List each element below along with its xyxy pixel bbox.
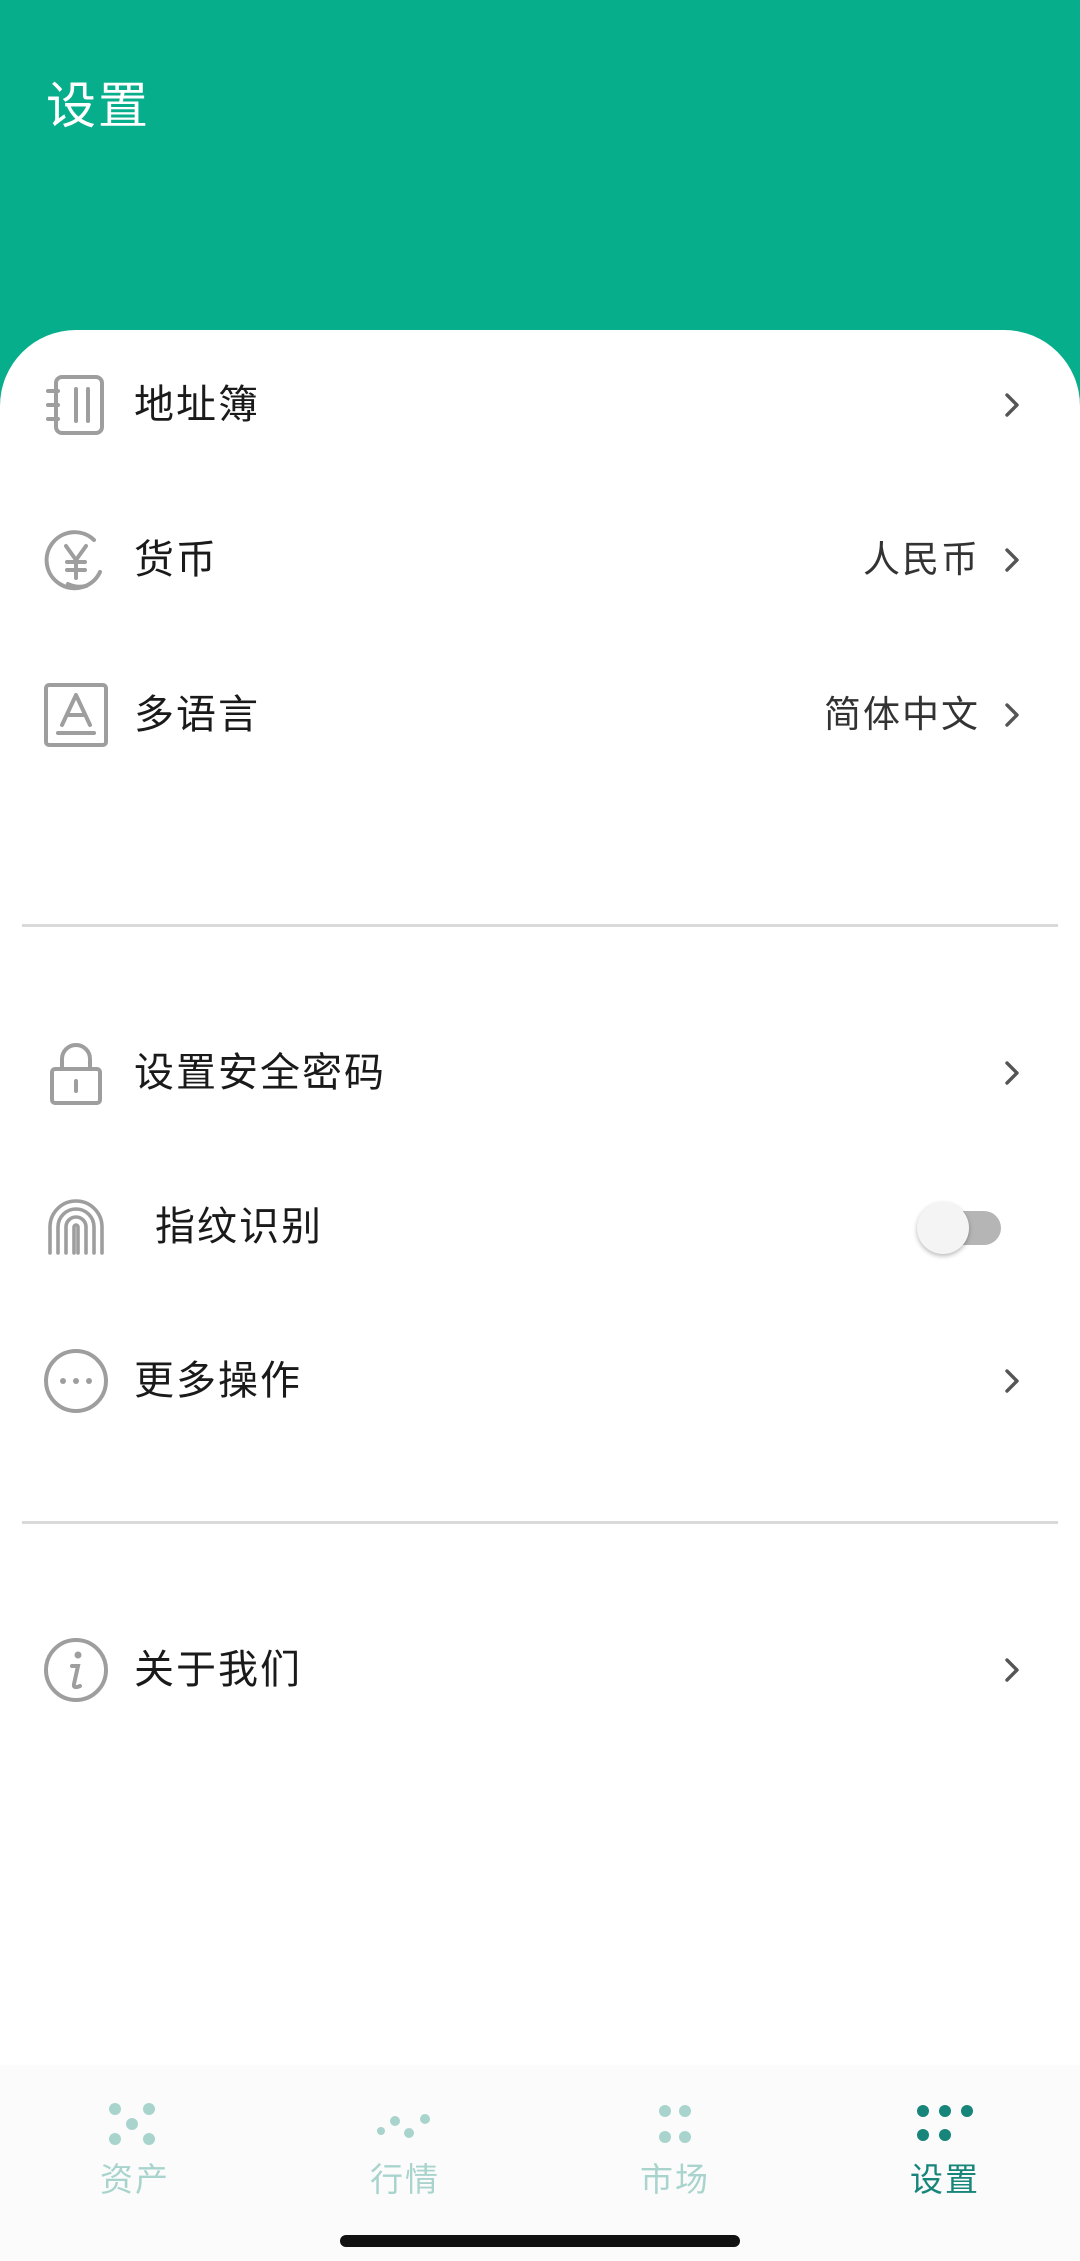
about-us-label: 关于我们 xyxy=(134,1647,302,1693)
market-trend-dots-icon xyxy=(375,2099,435,2149)
bottom-nav: 资产 行情 市场 设置 xyxy=(0,2065,1080,2261)
fingerprint-row: 指纹识别 xyxy=(0,1152,1080,1302)
nav-label: 资产 xyxy=(100,2160,170,2199)
security-password-row[interactable]: 设置安全密码 xyxy=(0,998,1080,1148)
chevron-right-icon xyxy=(996,1654,1028,1686)
address-book-icon xyxy=(42,371,110,439)
chevron-right-icon xyxy=(996,1057,1028,1089)
section-divider xyxy=(22,1521,1058,1524)
settings-screen: 设置 地址簿 货币 人民币 多语言 简体中文 设置安全密码 指纹识别 更多操作 … xyxy=(0,0,1080,2261)
more-actions-label: 更多操作 xyxy=(134,1358,302,1404)
market-grid-dots-icon xyxy=(645,2099,705,2149)
settings-card: 地址簿 货币 人民币 多语言 简体中文 设置安全密码 指纹识别 更多操作 关于我… xyxy=(0,330,1080,2061)
info-icon xyxy=(42,1636,110,1704)
more-dots-icon xyxy=(42,1347,110,1415)
about-us-row[interactable]: 关于我们 xyxy=(0,1595,1080,1745)
fingerprint-toggle[interactable] xyxy=(917,1202,1003,1254)
nav-label: 设置 xyxy=(910,2160,980,2199)
language-value: 简体中文 xyxy=(824,693,980,736)
chevron-right-icon xyxy=(996,544,1028,576)
chevron-right-icon xyxy=(996,1365,1028,1397)
toggle-knob xyxy=(917,1202,969,1254)
nav-tab-settings[interactable]: 设置 xyxy=(810,2065,1080,2215)
security-password-label: 设置安全密码 xyxy=(134,1050,386,1096)
assets-dots-icon xyxy=(105,2099,165,2149)
address-book-label: 地址簿 xyxy=(134,382,260,428)
nav-tab-market-trend[interactable]: 行情 xyxy=(270,2065,540,2215)
page-title: 设置 xyxy=(46,77,150,135)
address-book-row[interactable]: 地址簿 xyxy=(0,330,1080,480)
chevron-right-icon xyxy=(996,699,1028,731)
currency-label: 货币 xyxy=(134,537,218,583)
nav-tab-market[interactable]: 市场 xyxy=(540,2065,810,2215)
nav-label: 行情 xyxy=(370,2160,440,2199)
language-letter-icon xyxy=(42,681,110,749)
fingerprint-icon xyxy=(42,1193,110,1261)
section-divider xyxy=(22,924,1058,927)
lock-icon xyxy=(42,1039,110,1107)
settings-dots-icon xyxy=(915,2099,975,2149)
yen-coin-icon xyxy=(42,526,110,594)
fingerprint-label: 指纹识别 xyxy=(155,1204,323,1250)
currency-value: 人民币 xyxy=(863,538,980,581)
home-indicator xyxy=(340,2235,740,2247)
nav-label: 市场 xyxy=(640,2160,710,2199)
currency-row[interactable]: 货币 人民币 xyxy=(0,485,1080,635)
language-label: 多语言 xyxy=(134,692,260,738)
nav-tab-assets[interactable]: 资产 xyxy=(0,2065,270,2215)
language-row[interactable]: 多语言 简体中文 xyxy=(0,640,1080,790)
more-actions-row[interactable]: 更多操作 xyxy=(0,1306,1080,1456)
chevron-right-icon xyxy=(996,389,1028,421)
